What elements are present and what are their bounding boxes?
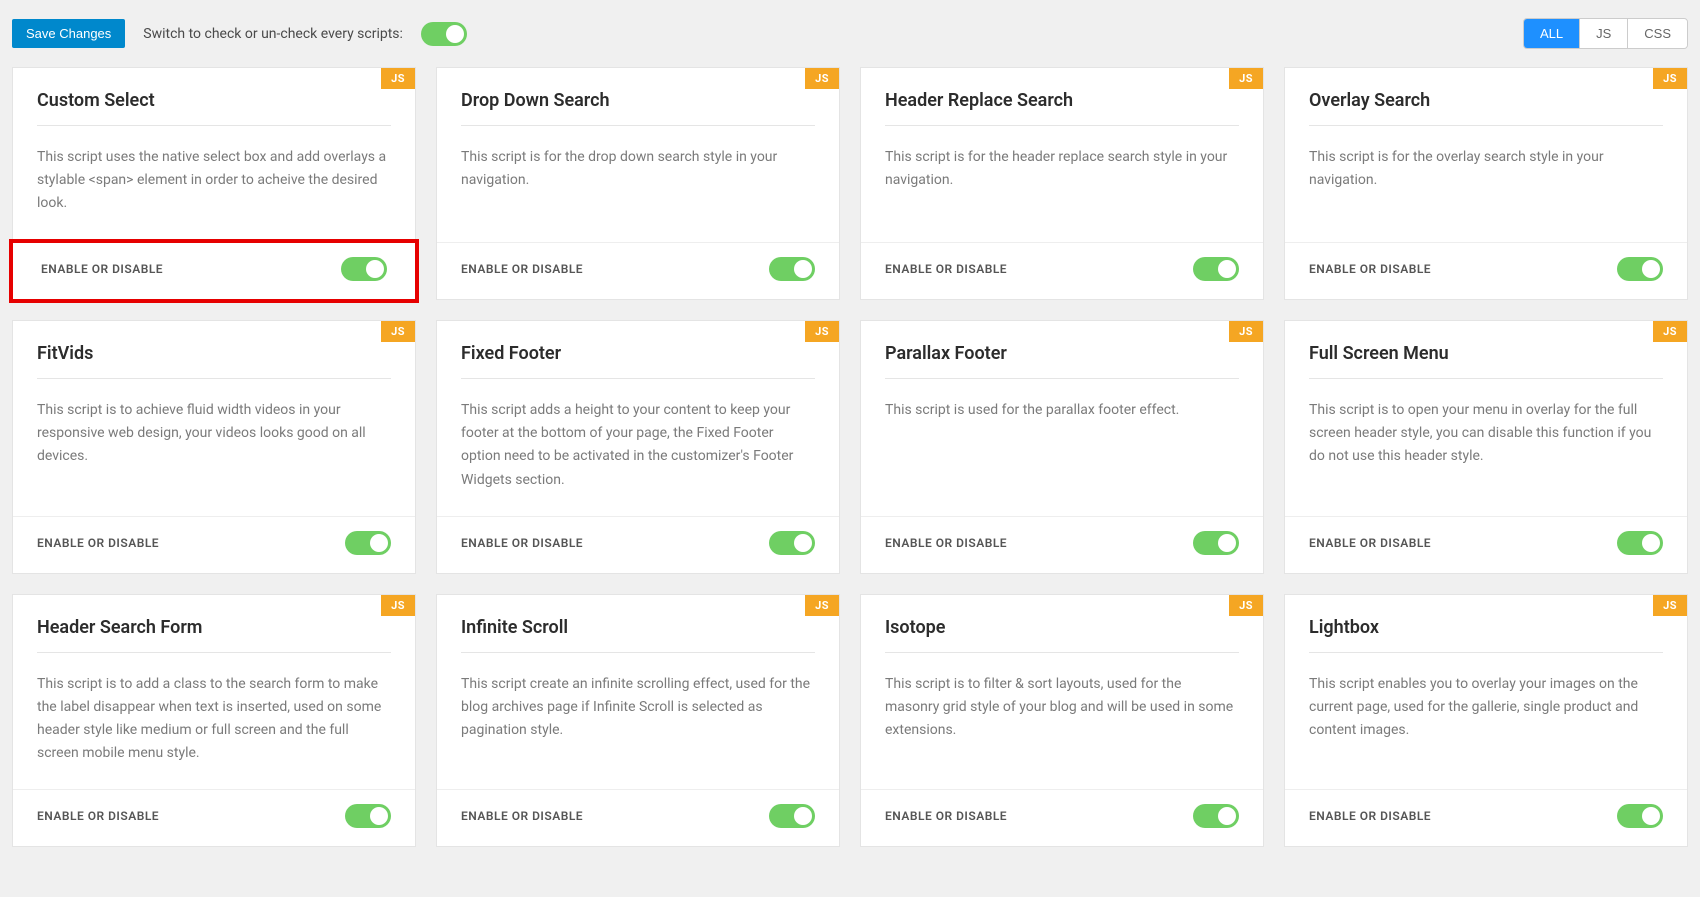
enable-disable-label: ENABLE OR DISABLE: [885, 809, 1007, 823]
card-type-badge: JS: [381, 595, 415, 616]
save-button[interactable]: Save Changes: [12, 19, 125, 48]
card-title: Header Replace Search: [861, 68, 1263, 125]
enable-toggle[interactable]: [769, 804, 815, 828]
script-card: JSFitVidsThis script is to achieve fluid…: [12, 320, 416, 573]
enable-disable-label: ENABLE OR DISABLE: [885, 262, 1007, 276]
card-description: This script is used for the parallax foo…: [861, 379, 1263, 446]
enable-toggle[interactable]: [1193, 531, 1239, 555]
card-title: Fixed Footer: [437, 321, 839, 378]
script-card: JSLightboxThis script enables you to ove…: [1284, 594, 1688, 847]
card-title: Header Search Form: [13, 595, 415, 652]
filter-group: ALL JS CSS: [1523, 18, 1688, 49]
script-card: JSFixed FooterThis script adds a height …: [436, 320, 840, 573]
card-type-badge: JS: [381, 68, 415, 89]
filter-css-button[interactable]: CSS: [1628, 19, 1687, 48]
card-title: FitVids: [13, 321, 415, 378]
card-type-badge: JS: [1229, 321, 1263, 342]
enable-toggle[interactable]: [345, 804, 391, 828]
card-description: This script uses the native select box a…: [13, 126, 415, 239]
card-title: Parallax Footer: [861, 321, 1263, 378]
cards-grid: JSCustom SelectThis script uses the nati…: [0, 67, 1700, 859]
card-footer: ENABLE OR DISABLE: [861, 516, 1263, 573]
enable-toggle[interactable]: [1617, 804, 1663, 828]
card-description: This script is to add a class to the sea…: [13, 653, 415, 789]
enable-disable-label: ENABLE OR DISABLE: [37, 536, 159, 550]
card-title: Lightbox: [1285, 595, 1687, 652]
script-card: JSFull Screen MenuThis script is to open…: [1284, 320, 1688, 573]
card-title: Drop Down Search: [437, 68, 839, 125]
card-description: This script create an infinite scrolling…: [437, 653, 839, 766]
script-card: JSIsotopeThis script is to filter & sort…: [860, 594, 1264, 847]
card-type-badge: JS: [805, 68, 839, 89]
enable-disable-label: ENABLE OR DISABLE: [461, 809, 583, 823]
enable-toggle[interactable]: [345, 531, 391, 555]
script-card: JSParallax FooterThis script is used for…: [860, 320, 1264, 573]
switch-all-toggle[interactable]: [421, 22, 467, 46]
script-card: JSCustom SelectThis script uses the nati…: [12, 67, 416, 300]
script-card: JSHeader Replace SearchThis script is fo…: [860, 67, 1264, 300]
card-title: Infinite Scroll: [437, 595, 839, 652]
enable-disable-label: ENABLE OR DISABLE: [461, 262, 583, 276]
filter-all-button[interactable]: ALL: [1524, 19, 1580, 48]
enable-toggle[interactable]: [769, 531, 815, 555]
top-bar: Save Changes Switch to check or un-check…: [0, 0, 1700, 67]
card-type-badge: JS: [1229, 68, 1263, 89]
card-footer: ENABLE OR DISABLE: [13, 516, 415, 573]
top-left: Save Changes Switch to check or un-check…: [12, 19, 467, 48]
enable-toggle[interactable]: [1193, 257, 1239, 281]
enable-toggle[interactable]: [341, 257, 387, 281]
card-title: Isotope: [861, 595, 1263, 652]
enable-disable-label: ENABLE OR DISABLE: [41, 262, 163, 276]
enable-disable-label: ENABLE OR DISABLE: [1309, 536, 1431, 550]
card-footer: ENABLE OR DISABLE: [13, 789, 415, 846]
card-description: This script is for the overlay search st…: [1285, 126, 1687, 216]
enable-toggle[interactable]: [769, 257, 815, 281]
card-footer: ENABLE OR DISABLE: [437, 516, 839, 573]
card-footer: ENABLE OR DISABLE: [1285, 242, 1687, 299]
script-card: JSOverlay SearchThis script is for the o…: [1284, 67, 1688, 300]
card-type-badge: JS: [381, 321, 415, 342]
card-footer: ENABLE OR DISABLE: [1285, 789, 1687, 846]
card-description: This script adds a height to your conten…: [437, 379, 839, 515]
card-footer: ENABLE OR DISABLE: [437, 789, 839, 846]
card-type-badge: JS: [805, 321, 839, 342]
enable-toggle[interactable]: [1617, 257, 1663, 281]
script-card: JSHeader Search FormThis script is to ad…: [12, 594, 416, 847]
card-type-badge: JS: [1653, 595, 1687, 616]
card-title: Custom Select: [13, 68, 415, 125]
card-footer: ENABLE OR DISABLE: [1285, 516, 1687, 573]
card-description: This script is to open your menu in over…: [1285, 379, 1687, 492]
card-description: This script is to achieve fluid width vi…: [13, 379, 415, 492]
card-type-badge: JS: [805, 595, 839, 616]
enable-disable-label: ENABLE OR DISABLE: [1309, 262, 1431, 276]
card-title: Full Screen Menu: [1285, 321, 1687, 378]
card-footer: ENABLE OR DISABLE: [861, 789, 1263, 846]
switch-all-label: Switch to check or un-check every script…: [143, 26, 403, 42]
card-type-badge: JS: [1653, 321, 1687, 342]
card-description: This script enables you to overlay your …: [1285, 653, 1687, 766]
filter-js-button[interactable]: JS: [1580, 19, 1628, 48]
enable-disable-label: ENABLE OR DISABLE: [1309, 809, 1431, 823]
script-card: JSInfinite ScrollThis script create an i…: [436, 594, 840, 847]
script-card: JSDrop Down SearchThis script is for the…: [436, 67, 840, 300]
card-footer: ENABLE OR DISABLE: [9, 239, 419, 303]
enable-disable-label: ENABLE OR DISABLE: [461, 536, 583, 550]
card-description: This script is for the header replace se…: [861, 126, 1263, 216]
card-footer: ENABLE OR DISABLE: [861, 242, 1263, 299]
enable-toggle[interactable]: [1193, 804, 1239, 828]
card-title: Overlay Search: [1285, 68, 1687, 125]
card-description: This script is to filter & sort layouts,…: [861, 653, 1263, 766]
enable-toggle[interactable]: [1617, 531, 1663, 555]
card-description: This script is for the drop down search …: [437, 126, 839, 216]
card-footer: ENABLE OR DISABLE: [437, 242, 839, 299]
card-type-badge: JS: [1229, 595, 1263, 616]
enable-disable-label: ENABLE OR DISABLE: [885, 536, 1007, 550]
card-type-badge: JS: [1653, 68, 1687, 89]
enable-disable-label: ENABLE OR DISABLE: [37, 809, 159, 823]
